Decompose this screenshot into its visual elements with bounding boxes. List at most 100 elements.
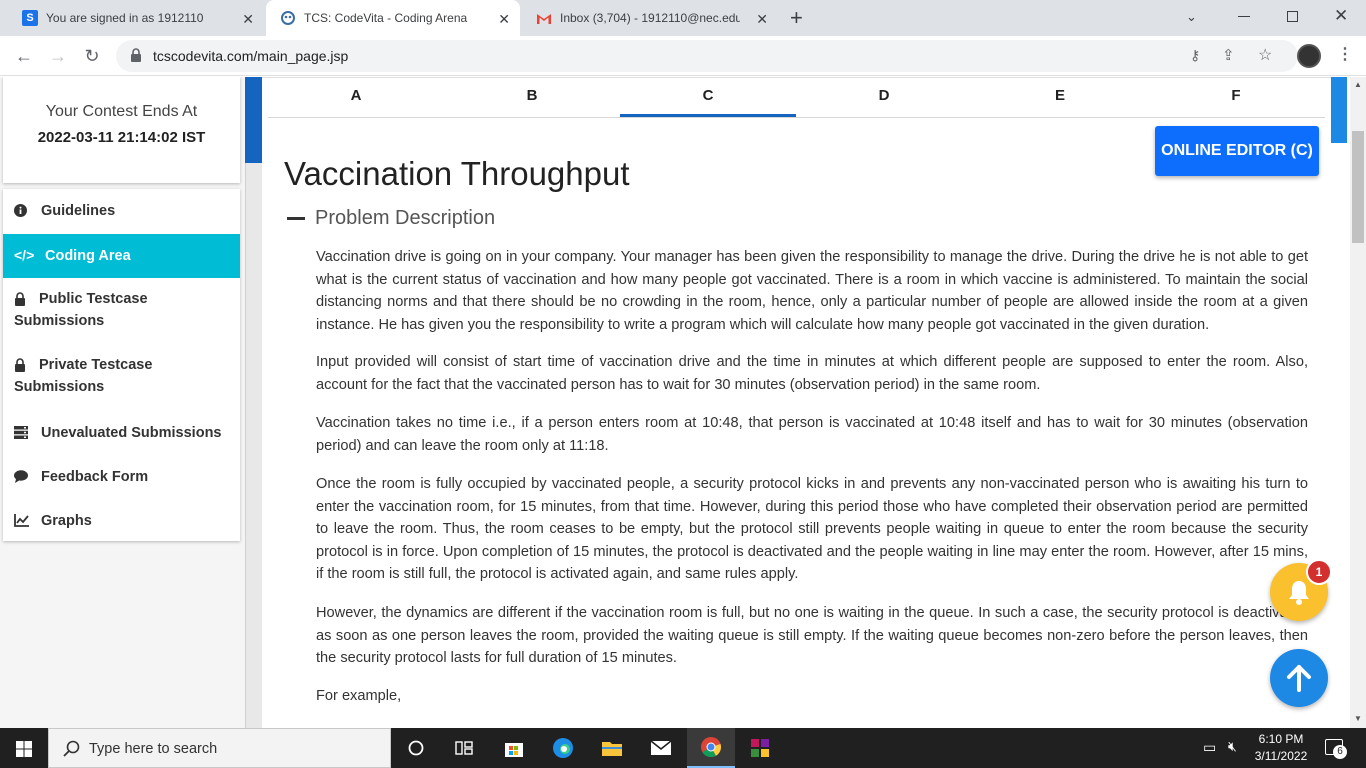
divider bbox=[262, 77, 1331, 78]
sidebar-item-label: Guidelines bbox=[41, 203, 116, 219]
sidebar-item-private-testcase[interactable]: Private Testcase Submissions bbox=[3, 345, 240, 411]
sidebar-nav: Guidelines </> Coding Area Public Testca… bbox=[3, 189, 240, 541]
arrow-up-icon bbox=[1287, 665, 1311, 692]
scroll-up-arrow-icon[interactable]: ▲ bbox=[1354, 80, 1362, 89]
tab-problem-e[interactable]: E bbox=[972, 87, 1148, 104]
page-content: Your Contest Ends At 2022-03-11 21:14:02… bbox=[0, 77, 1350, 728]
scrollbar-thumb[interactable] bbox=[1352, 131, 1364, 243]
collapse-icon[interactable] bbox=[287, 217, 305, 221]
sidebar-item-unevaluated[interactable]: Unevaluated Submissions bbox=[3, 411, 240, 455]
sidebar-item-label: Feedback Form bbox=[41, 469, 149, 485]
tabs-baseline bbox=[268, 117, 1325, 118]
section-heading-text: Problem Description bbox=[315, 207, 496, 229]
network-icon[interactable]: ▭ bbox=[1203, 739, 1216, 756]
online-editor-button[interactable]: ONLINE EDITOR (C) bbox=[1155, 126, 1319, 176]
problem-description-heading[interactable]: Problem Description bbox=[284, 207, 495, 230]
server-icon bbox=[14, 426, 28, 442]
lock-icon bbox=[14, 358, 26, 375]
browser-tab-signed-in[interactable]: S You are signed in as 1912110 ✕ bbox=[8, 0, 264, 36]
sidebar-item-public-testcase[interactable]: Public Testcase Submissions bbox=[3, 279, 240, 345]
content-left-accent bbox=[245, 77, 262, 163]
scroll-to-top-button[interactable] bbox=[1270, 649, 1328, 707]
cortana-icon[interactable] bbox=[392, 728, 440, 768]
back-icon[interactable]: ← bbox=[12, 44, 36, 68]
taskbar-search-input[interactable]: Type here to search bbox=[48, 728, 391, 768]
lock-icon bbox=[14, 292, 26, 309]
search-icon bbox=[63, 740, 80, 757]
tab-title: Inbox (3,704) - 1912110@nec.edu.in bbox=[560, 11, 740, 25]
mail-icon[interactable] bbox=[637, 728, 685, 768]
clock-date: 3/11/2022 bbox=[1254, 749, 1308, 763]
star-icon[interactable]: ☆ bbox=[1258, 45, 1272, 65]
browser-toolbar: ← → ↻ tcscodevita.com/main_page.jsp ⚷ ⇪ … bbox=[0, 36, 1366, 76]
problem-paragraph: Vaccination takes no time i.e., if a per… bbox=[316, 415, 1308, 454]
winrar-icon[interactable] bbox=[736, 728, 784, 768]
problem-paragraph: Input provided will consist of start tim… bbox=[316, 354, 1308, 393]
windows-taskbar: Type here to search ▭ 🔇︎ 6:10 PM 3/11/20… bbox=[0, 728, 1366, 768]
sidebar-item-guidelines[interactable]: Guidelines bbox=[3, 189, 240, 233]
restore-button[interactable] bbox=[1287, 11, 1298, 22]
browser-tab-gmail[interactable]: Inbox (3,704) - 1912110@nec.edu.in ✕ bbox=[522, 0, 778, 36]
search-placeholder: Type here to search bbox=[89, 741, 218, 757]
tab-title: TCS: CodeVita - Coding Arena bbox=[304, 11, 468, 25]
close-icon[interactable]: ✕ bbox=[242, 11, 254, 28]
sidebar-item-label: Submissions bbox=[14, 379, 105, 395]
store-icon[interactable] bbox=[490, 728, 538, 768]
bell-icon bbox=[1289, 581, 1309, 605]
problem-title: Vaccination Throughput bbox=[284, 155, 630, 192]
minimize-button[interactable] bbox=[1238, 16, 1250, 17]
close-icon[interactable]: ✕ bbox=[756, 11, 768, 28]
reload-icon[interactable]: ↻ bbox=[80, 44, 104, 68]
share-icon[interactable]: ⇪ bbox=[1222, 46, 1235, 64]
url-text: tcscodevita.com/main_page.jsp bbox=[153, 48, 349, 64]
clock-time: 6:10 PM bbox=[1258, 732, 1304, 746]
task-view-icon[interactable] bbox=[440, 728, 488, 768]
close-window-button[interactable]: ✕ bbox=[1334, 6, 1348, 26]
code-icon: </> bbox=[14, 247, 35, 263]
key-icon[interactable]: ⚷ bbox=[1190, 47, 1200, 64]
chrome-icon[interactable] bbox=[687, 728, 735, 768]
contest-ends-label: Your Contest Ends At bbox=[45, 103, 198, 120]
tab-search-chevron-icon[interactable]: ⌄ bbox=[1186, 9, 1197, 25]
tab-problem-a[interactable]: A bbox=[268, 87, 444, 104]
sidebar-item-label: Graphs bbox=[41, 513, 92, 529]
page-scrollbar[interactable]: ▲ ▼ bbox=[1350, 77, 1366, 728]
volume-muted-icon[interactable]: 🔇︎ bbox=[1228, 738, 1237, 755]
comment-icon bbox=[14, 470, 28, 486]
lock-icon bbox=[131, 48, 141, 62]
tab-title: You are signed in as 1912110 bbox=[46, 11, 204, 25]
taskbar-clock[interactable]: 6:10 PM 3/11/2022 bbox=[1250, 731, 1312, 765]
address-bar[interactable]: tcscodevita.com/main_page.jsp ⚷ ⇪ ☆ bbox=[116, 40, 1298, 72]
new-tab-button[interactable]: + bbox=[790, 5, 803, 31]
windows-start-icon[interactable] bbox=[16, 741, 32, 757]
sidebar-item-label: Coding Area bbox=[45, 248, 131, 264]
sidebar-item-label: Public Testcase bbox=[39, 291, 148, 307]
tab-problem-b[interactable]: B bbox=[444, 87, 620, 104]
sidebar-item-label: Unevaluated Submissions bbox=[41, 425, 222, 441]
close-icon[interactable]: ✕ bbox=[498, 11, 510, 28]
forward-icon[interactable]: → bbox=[46, 44, 70, 68]
info-icon bbox=[14, 204, 27, 220]
scroll-down-arrow-icon[interactable]: ▼ bbox=[1354, 714, 1362, 723]
tab-problem-f[interactable]: F bbox=[1148, 87, 1324, 104]
s-logo-icon: S bbox=[22, 10, 38, 26]
edge-icon[interactable] bbox=[539, 728, 587, 768]
tab-problem-d[interactable]: D bbox=[796, 87, 972, 104]
action-center-badge: 6 bbox=[1333, 745, 1347, 759]
line-chart-icon bbox=[14, 514, 29, 530]
menu-icon[interactable]: ⋮ bbox=[1337, 44, 1353, 64]
profile-avatar[interactable] bbox=[1297, 44, 1321, 68]
contest-end-time: 2022-03-11 21:14:02 IST bbox=[37, 129, 206, 146]
sidebar-item-feedback[interactable]: Feedback Form bbox=[3, 455, 240, 499]
sidebar-item-coding-area[interactable]: </> Coding Area bbox=[3, 234, 240, 278]
problem-paragraph: For example, bbox=[316, 688, 402, 704]
browser-tab-codevita[interactable]: TCS: CodeVita - Coding Arena ✕ bbox=[266, 0, 520, 36]
problem-paragraph: Once the room is fully occupied by vacci… bbox=[316, 476, 1308, 582]
sidebar-item-graphs[interactable]: Graphs bbox=[3, 499, 240, 543]
file-explorer-icon[interactable] bbox=[588, 728, 636, 768]
contest-timer-card: Your Contest Ends At 2022-03-11 21:14:02… bbox=[3, 77, 240, 183]
content-right-accent bbox=[1331, 77, 1347, 143]
tab-problem-c[interactable]: C bbox=[620, 87, 796, 104]
content-right-gutter bbox=[1331, 77, 1350, 728]
notification-badge: 1 bbox=[1306, 559, 1332, 585]
